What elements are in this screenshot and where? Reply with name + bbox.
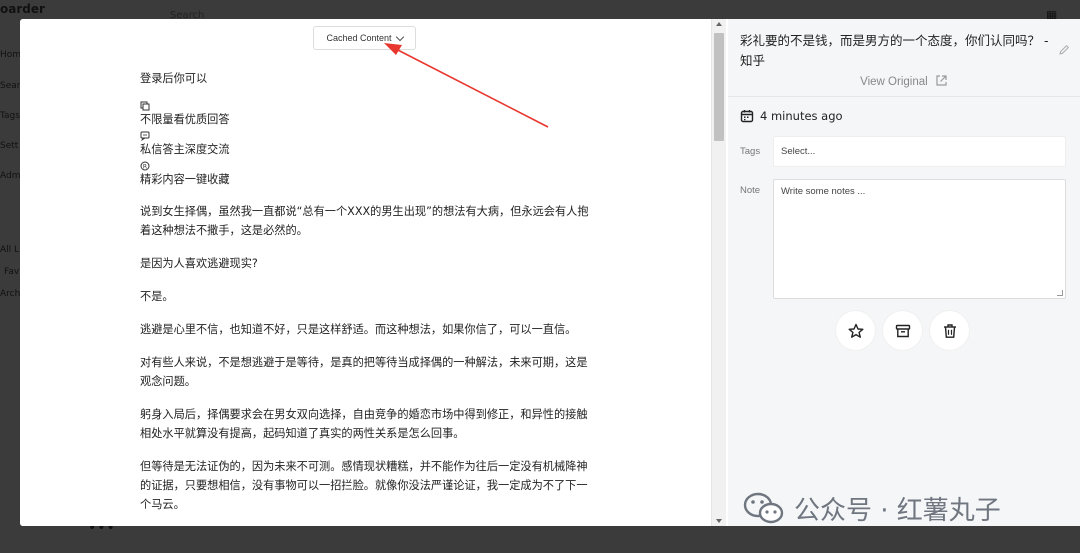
page-title: 彩礼要的不是钱，而是男方的一个态度，你们认同吗？ - 知乎 — [740, 33, 1049, 68]
nav-item-tags[interactable]: Tags — [0, 111, 20, 121]
feature-text: 私信答主深度交流 — [140, 143, 230, 156]
tags-label: Tags — [740, 146, 761, 157]
reader-scrollbar[interactable] — [711, 19, 726, 526]
action-buttons — [836, 311, 969, 350]
delete-button[interactable] — [930, 311, 969, 350]
divider — [728, 96, 1080, 97]
nav-item-archive[interactable]: Arch — [0, 289, 20, 299]
article-paragraph: 不是。 — [140, 290, 174, 303]
article-paragraph: 说到女生择偶，虽然我一直都说“总有一个XXX的男生出现”的想法有大病，但永远会有… — [140, 205, 589, 237]
note-placeholder: Write some notes ... — [781, 186, 866, 197]
view-original-link[interactable]: View Original — [728, 74, 1080, 88]
watermark: 公众号 · 红薯丸子 — [742, 490, 1001, 527]
article-content: 登录后你可以 不限量看优质回答 私信答主深度交流 R 精彩内容一键收藏 说到女生… — [140, 69, 598, 514]
article-intro: 登录后你可以 — [140, 72, 208, 85]
article-paragraph: 对有些人来说，不是想逃避于是等待，是真的把等待当成择偶的一种解法，未来可期，这是… — [140, 356, 588, 388]
note-label: Note — [740, 185, 761, 196]
nav-item-settings[interactable]: Sett — [0, 141, 18, 151]
archive-button[interactable] — [883, 311, 922, 350]
calendar-icon — [740, 110, 754, 123]
scroll-down-icon[interactable] — [716, 519, 722, 523]
article-paragraph: 但等待是无法证伪的，因为未来不可测。感情现状糟糕，并不能作为往后一定没有机械降神… — [140, 460, 588, 511]
reader-pane: Cached Content 登录后你可以 不限量看优质回答 私信答主深度交流 … — [20, 19, 710, 526]
created-date: 4 minutes ago — [740, 109, 843, 123]
tags-select[interactable]: Select... — [773, 136, 1066, 167]
register-icon: R — [140, 161, 151, 172]
pencil-icon[interactable] — [1058, 41, 1070, 55]
resize-handle-icon[interactable] — [1057, 290, 1063, 296]
trash-icon — [943, 323, 956, 338]
nav-item-home[interactable]: Hom — [0, 50, 21, 60]
watermark-text: 公众号 · 红薯丸子 — [794, 496, 1001, 526]
message-icon — [140, 131, 151, 142]
favorite-button[interactable] — [836, 311, 875, 350]
external-link-icon — [936, 75, 947, 86]
bookmark-preview-modal: Cached Content 登录后你可以 不限量看优质回答 私信答主深度交流 … — [20, 19, 1080, 526]
details-sidebar: 彩礼要的不是钱，而是男方的一个态度，你们认同吗？ - 知乎 View Origi… — [728, 19, 1080, 526]
nav-item-search[interactable]: Sear — [0, 81, 20, 91]
view-original-label: View Original — [860, 76, 928, 88]
article-paragraph: 躬身入局后，择偶要求会在男女双向选择，自由竞争的婚恋市场中得到修正，和异性的接触… — [140, 408, 588, 440]
nav-item-favorites[interactable]: Fav — [4, 267, 19, 277]
date-text: 4 minutes ago — [760, 109, 843, 123]
app-brand: oarder — [0, 2, 45, 16]
note-textarea[interactable]: Write some notes ... — [773, 179, 1066, 299]
nav-item-admin[interactable]: Adm — [0, 171, 20, 181]
nav-item-all-links[interactable]: All L — [0, 245, 19, 255]
feature-text: 不限量看优质回答 — [140, 113, 230, 126]
article-paragraph: 逃避是心里不信，也知道不好，只是这样舒适。而这种想法，如果你信了，可以一直信。 — [140, 323, 577, 336]
scroll-up-icon[interactable] — [716, 22, 722, 26]
article-paragraph: 是因为人喜欢逃避现实? — [140, 257, 258, 270]
feature-text: 精彩内容一键收藏 — [140, 173, 230, 186]
feature-list: 不限量看优质回答 私信答主深度交流 R 精彩内容一键收藏 — [140, 101, 598, 188]
wechat-icon — [743, 492, 784, 523]
archive-icon — [895, 324, 910, 337]
svg-text:R: R — [143, 164, 147, 171]
copy-icon — [140, 101, 151, 112]
scroll-thumb[interactable] — [714, 33, 724, 141]
star-icon — [848, 323, 864, 338]
